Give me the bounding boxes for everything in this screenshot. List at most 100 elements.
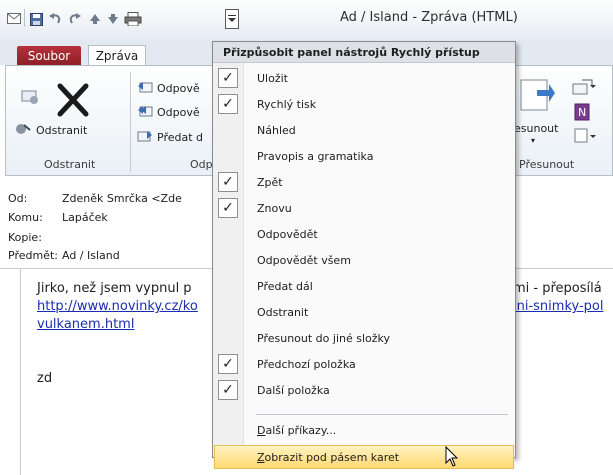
more-commands-label: alší příkazy... [265,423,337,437]
reply-button[interactable]: Odpově [137,80,200,97]
menu-item[interactable]: Předat dál [213,273,515,299]
body-link-continued[interactable]: lni-snimky-pol [513,299,603,314]
menu-item[interactable]: Náhled [213,117,515,143]
delete-button-label: Odstranit [36,124,88,137]
from-value[interactable]: Zdeněk Smrčka <Zde [62,192,182,205]
delete-button[interactable]: Odstranit [14,122,87,139]
redo-icon[interactable] [68,12,82,26]
menu-item[interactable]: ✓ Rychlý tisk [213,91,515,117]
menu-item[interactable]: Přesunout do jiné složky [213,325,515,351]
checkmark-slot [218,250,238,270]
menu-item-label: Uložit [257,71,288,85]
previous-icon[interactable] [88,12,102,26]
checkmark-slot [218,302,238,322]
forward-label: Předat d [157,131,204,144]
reply-all-button[interactable]: Odpově [137,104,200,121]
window-title: Ad / Island - Zpráva (HTML) [340,10,518,25]
qat-customize-dropdown[interactable] [225,9,239,29]
print-icon[interactable] [124,12,142,26]
menu-item-label: Odstranit [257,305,309,319]
actions-icon[interactable] [572,127,600,148]
group-label-delete: Odstranit [44,158,96,171]
qat-separator [24,9,25,27]
onenote-icon[interactable]: N [572,103,596,124]
forward-icon [137,129,153,146]
menu-item[interactable]: Odpovědět všem [213,247,515,273]
menu-separator [256,414,508,415]
menu-item-label: Odpovědět všem [257,253,351,267]
menu-item-label: Další položka [257,383,330,397]
tab-message[interactable]: Zpráva [88,45,146,66]
body-border-left [20,269,21,475]
menu-item-show-below-ribbon[interactable]: Zobrazit pod pásem karet [213,444,515,470]
delete-icon[interactable] [56,82,90,121]
checkmark-icon: ✓ [218,172,238,192]
ignore-icon[interactable] [20,87,40,108]
junk-icon [14,122,32,139]
from-row: Od: Zdeněk Smrčka <Zde [8,192,182,205]
checkmark-icon: ✓ [218,354,238,374]
next-icon[interactable] [106,12,120,26]
menu-item-label: Předchozí položka [257,357,356,371]
move-button[interactable]: esunout [514,122,558,135]
save-icon[interactable] [29,12,43,26]
menu-item-more-commands[interactable]: Další příkazy... [213,417,515,443]
show-below-label: obrazit pod pásem karet [264,450,400,464]
menu-title: Přizpůsobit panel nástrojů Rychlý přístu… [213,42,515,63]
from-label: Od: [8,192,28,205]
cc-label: Kopie: [8,231,42,244]
checkmark-icon: ✓ [218,94,238,114]
mouse-cursor-icon [445,445,459,471]
body-signature: zd [37,371,53,386]
group-separator [130,72,131,172]
move-dropdown-arrow-icon[interactable]: ▾ [531,136,535,145]
menu-item[interactable]: ✓ Zpět [213,169,515,195]
group-label-respond: Odp [190,158,213,171]
reply-label: Odpově [157,82,200,95]
checkmark-slot [218,328,238,348]
move-icon[interactable] [519,78,555,115]
reply-all-label: Odpově [157,106,200,119]
body-link-end[interactable]: vulkanem.html [37,317,134,332]
mail-icon[interactable] [7,12,21,26]
to-value[interactable]: Lapáček [62,211,108,224]
subject-value: Ad / Island [62,249,120,262]
menu-item[interactable]: ✓ Znovu [213,195,515,221]
menu-item-label: Znovu [257,201,292,215]
checkmark-icon: ✓ [218,198,238,218]
move-label: esunout [514,122,559,135]
rules-icon[interactable] [572,79,596,100]
menu-item-label: Předat dál [257,279,313,293]
reply-icon [137,80,153,97]
menu-item-label: Náhled [257,123,296,137]
forward-button[interactable]: Předat d [137,129,203,146]
show-below-accel: Z [257,450,265,464]
menu-item-label: Rychlý tisk [257,97,317,111]
checkmark-slot [218,276,238,296]
group-label-move: Přesunout [519,158,575,171]
menu-item-label: Pravopis a gramatika [257,149,374,163]
to-row: Komu: Lapáček [8,211,108,224]
checkmark-slot [218,146,238,166]
menu-item[interactable]: Odpovědět [213,221,515,247]
reply-all-icon [137,104,153,121]
subject-row: Předmět: Ad / Island [8,249,120,262]
to-label: Komu: [8,211,43,224]
menu-item[interactable]: ✓ Uložit [213,65,515,91]
body-line1-right: mi - přeposílá [513,281,602,296]
menu-item[interactable]: Pravopis a gramatika [213,143,515,169]
menu-item-label: Zpět [257,175,283,189]
body-line1-left: Jirko, než jsem vypnul p [37,281,192,296]
undo-icon[interactable] [48,12,62,26]
svg-text:N: N [578,106,586,119]
checkmark-slot [218,120,238,140]
cc-row: Kopie: [8,231,62,244]
tab-file[interactable]: Soubor [17,46,81,66]
checkmark-icon: ✓ [218,68,238,88]
menu-item[interactable]: Odstranit [213,299,515,325]
checkmark-icon: ✓ [218,380,238,400]
menu-item[interactable]: ✓ Další položka [213,377,515,403]
menu-item[interactable]: ✓ Předchozí položka [213,351,515,377]
menu-item-label: Přesunout do jiné složky [257,331,391,345]
body-link[interactable]: http://www.novinky.cz/ko [37,299,198,314]
